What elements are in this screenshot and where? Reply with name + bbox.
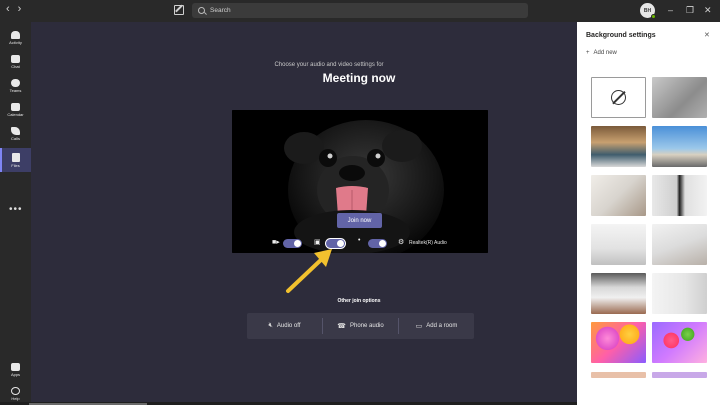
background-option-white-wall[interactable] — [652, 273, 707, 314]
rail-item-apps[interactable]: Apps — [0, 358, 31, 382]
plus-icon: + — [586, 50, 590, 56]
camera-icon: ■▸ — [272, 239, 280, 246]
rail-label: Help — [11, 396, 20, 401]
background-option-open-office[interactable] — [591, 273, 646, 314]
minimize-icon[interactable]: – — [668, 4, 673, 16]
title-bar: ‹ › Search BH – ❐ ✕ — [0, 0, 720, 22]
speaker-off-icon: 🔇︎ — [268, 322, 273, 329]
avatar[interactable]: BH — [640, 3, 656, 19]
video-preview — [232, 110, 488, 253]
search-input[interactable]: Search — [192, 3, 528, 18]
forward-arrow-icon[interactable]: › — [18, 3, 22, 15]
help-icon — [11, 387, 20, 395]
option-label: Add a room — [426, 323, 458, 329]
other-join-options: 🔇︎ Audio off ☎︎ Phone audio ▭ Add a room — [247, 313, 474, 339]
microphone-icon: • — [358, 237, 361, 244]
background-option-balloons-purple[interactable] — [652, 322, 707, 363]
no-background-icon — [611, 90, 626, 105]
audio-device-label[interactable]: Realtek(R) Audio — [409, 240, 447, 246]
join-now-button[interactable]: Join now — [337, 213, 382, 228]
more-apps-icon[interactable]: ••• — [9, 204, 23, 215]
presence-available-icon — [651, 14, 656, 19]
file-icon — [11, 152, 20, 162]
phone-icon: ☎︎ — [337, 323, 347, 330]
background-option-office-wood[interactable] — [591, 126, 646, 167]
background-option-white-room[interactable] — [591, 175, 646, 216]
option-label: Audio off — [276, 323, 301, 329]
rail-label: Activity — [9, 40, 22, 45]
annotation-arrow-icon — [286, 249, 332, 293]
add-new-label: Add new — [593, 50, 617, 56]
close-window-icon[interactable]: ✕ — [704, 4, 712, 16]
add-new-button[interactable]: + Add new — [586, 50, 617, 56]
search-icon — [198, 7, 205, 14]
rail-label: Teams — [9, 88, 22, 93]
rail-label: Calendar — [7, 112, 24, 117]
panel-title: Background settings — [586, 32, 656, 39]
apps-icon — [11, 363, 20, 371]
rail-label: Apps — [10, 372, 21, 377]
background-option-city-skyline[interactable] — [652, 126, 707, 167]
background-option-doorway[interactable] — [652, 175, 707, 216]
option-label: Phone audio — [350, 323, 384, 329]
back-arrow-icon[interactable]: ‹ — [6, 3, 10, 15]
restore-icon[interactable]: ❐ — [686, 4, 694, 16]
add-room-option[interactable]: ▭ Add a room — [399, 313, 474, 339]
settings-gear-icon[interactable]: ⚙ — [398, 238, 404, 246]
background-option-partial[interactable] — [591, 372, 646, 378]
microphone-toggle[interactable] — [368, 239, 387, 248]
rail-label: Calls — [11, 136, 20, 141]
background-none-option[interactable] — [591, 77, 646, 118]
rail-item-calls[interactable]: Calls — [0, 122, 31, 146]
avatar-initials: BH — [643, 7, 652, 14]
cast-icon: ▭ — [415, 323, 423, 330]
rail-item-activity[interactable]: Activity — [0, 26, 31, 50]
background-option-loft[interactable] — [591, 224, 646, 265]
background-blur-option[interactable] — [652, 77, 707, 118]
rail-item-calendar[interactable]: Calendar — [0, 98, 31, 122]
background-settings-panel: Background settings ✕ + Add new — [577, 22, 720, 405]
history-nav: ‹ › — [6, 3, 21, 15]
rail-item-files[interactable]: Files — [0, 148, 31, 172]
phone-audio-option[interactable]: ☎︎ Phone audio — [323, 313, 398, 339]
new-chat-icon[interactable] — [174, 5, 184, 15]
close-panel-icon[interactable]: ✕ — [704, 31, 710, 39]
audio-off-option[interactable]: 🔇︎ Audio off — [247, 313, 322, 339]
calendar-icon — [11, 103, 20, 111]
phone-icon — [11, 127, 20, 135]
bell-icon — [11, 31, 20, 39]
pug-camera-image — [232, 110, 488, 253]
rail-label: Files — [11, 162, 20, 168]
background-option-bright-room[interactable] — [652, 224, 707, 265]
background-option-partial[interactable] — [652, 372, 707, 378]
prejoin-subtitle: Choose your audio and video settings for — [274, 62, 384, 68]
background-option-balloons-pink[interactable] — [591, 322, 646, 363]
search-placeholder: Search — [210, 7, 231, 14]
